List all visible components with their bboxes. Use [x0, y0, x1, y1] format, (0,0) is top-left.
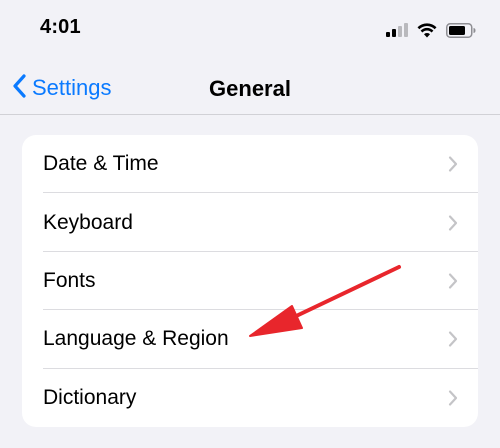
chevron-right-icon [448, 156, 458, 173]
page-title: General [209, 76, 291, 101]
list-item-date-time[interactable]: Date & Time [22, 135, 478, 194]
chevron-right-icon [448, 389, 458, 406]
chevron-right-icon [448, 214, 458, 231]
list-item-language-region[interactable]: Language & Region [22, 310, 478, 369]
chevron-right-icon [448, 331, 458, 348]
status-time: 4:01 [40, 16, 81, 38]
list-item-label: Date & Time [43, 152, 159, 176]
list-item-label: Language & Region [43, 327, 229, 351]
settings-list: Date & Time Keyboard Fonts Language & Re… [22, 135, 478, 427]
battery-icon [446, 22, 476, 38]
status-icons [386, 20, 476, 40]
list-item-label: Keyboard [43, 210, 133, 234]
chevron-right-icon [448, 272, 458, 289]
navigation-bar: Settings General [0, 62, 500, 115]
list-item-keyboard[interactable]: Keyboard [22, 193, 478, 252]
list-item-label: Dictionary [43, 385, 137, 409]
list-item-fonts[interactable]: Fonts [22, 252, 478, 311]
cellular-signal-icon [386, 23, 408, 37]
wifi-icon [417, 22, 437, 38]
status-bar: 4:01 [0, 0, 500, 62]
list-item-label: Fonts [43, 268, 96, 292]
list-item-dictionary[interactable]: Dictionary [22, 369, 478, 427]
